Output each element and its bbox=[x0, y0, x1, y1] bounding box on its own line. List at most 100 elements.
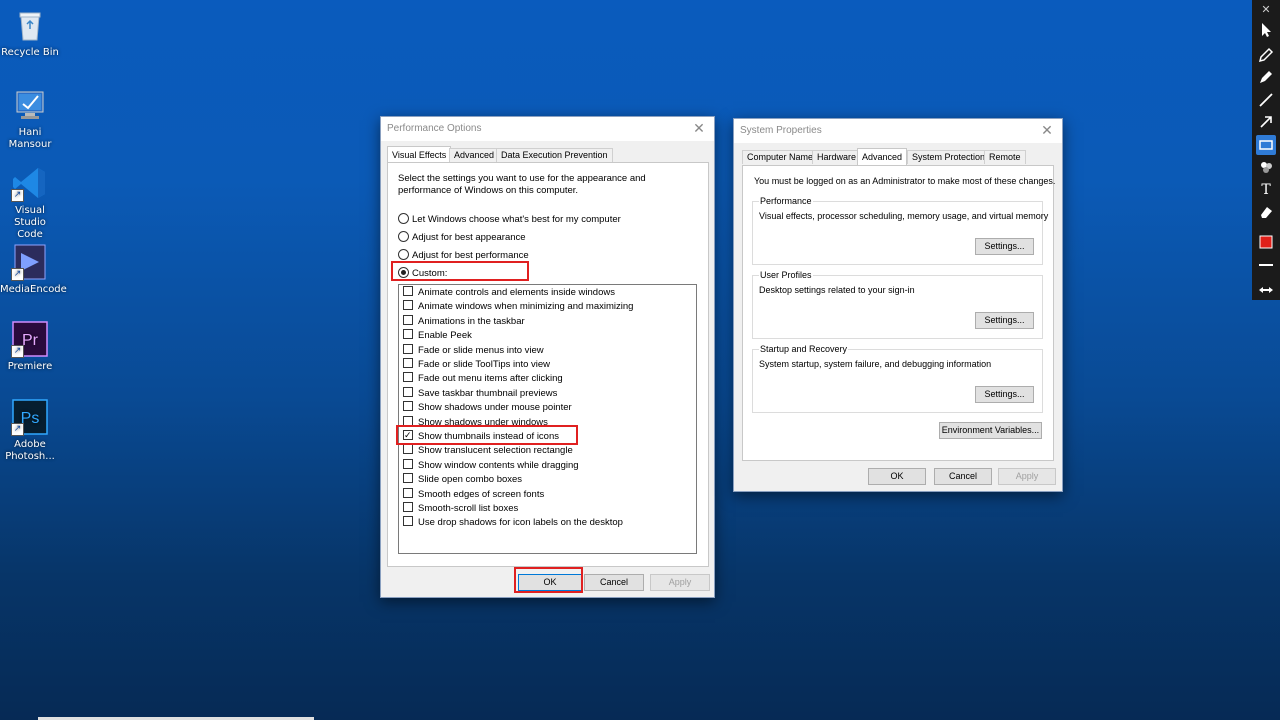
group-title: Startup and Recovery bbox=[759, 344, 849, 354]
checkbox[interactable] bbox=[403, 516, 413, 527]
checkbox[interactable] bbox=[403, 386, 413, 397]
checkbox-item[interactable]: Animate controls and elements inside win… bbox=[403, 286, 615, 300]
radio-let-windows-choose[interactable]: Let Windows choose what's best for my co… bbox=[398, 213, 621, 225]
checkbox[interactable] bbox=[403, 314, 413, 325]
checkbox-item[interactable]: Smooth edges of screen fonts bbox=[403, 487, 544, 502]
desktop-icon-photoshop[interactable]: Ps ↗ Adobe Photosh... bbox=[0, 398, 60, 463]
close-icon[interactable]: ✕ bbox=[1038, 121, 1056, 139]
checkbox[interactable] bbox=[403, 487, 413, 498]
radio-best-appearance[interactable]: Adjust for best appearance bbox=[398, 231, 526, 243]
tab-remote[interactable]: Remote bbox=[984, 150, 1026, 164]
annotation-rectangle bbox=[396, 425, 578, 445]
ok-button[interactable]: OK bbox=[868, 468, 926, 485]
checkbox-label: Enable Peek bbox=[418, 330, 472, 342]
tab-advanced[interactable]: Advanced bbox=[449, 148, 500, 162]
media-encoder-icon: ↗ bbox=[11, 243, 49, 281]
svg-text:Pr: Pr bbox=[22, 332, 39, 349]
advanced-panel: You must be logged on as an Administrato… bbox=[742, 165, 1055, 461]
tab-advanced[interactable]: Advanced bbox=[857, 148, 908, 165]
checkbox-item[interactable]: Fade or slide menus into view bbox=[403, 343, 544, 358]
checkbox[interactable] bbox=[403, 401, 413, 412]
desktop-icon-mediaencode[interactable]: ↗ MediaEncode bbox=[0, 243, 67, 296]
cancel-button[interactable]: Cancel bbox=[934, 468, 992, 485]
checkbox[interactable] bbox=[403, 358, 413, 368]
checkbox-label: Fade or slide ToolTips into view bbox=[418, 359, 551, 370]
checkbox-item[interactable]: Show shadows under mouse pointer bbox=[403, 401, 572, 415]
move-icon[interactable] bbox=[1256, 280, 1276, 300]
cursor-icon[interactable] bbox=[1256, 20, 1276, 40]
line-icon[interactable] bbox=[1256, 90, 1276, 110]
checkbox-label: Animate windows when minimizing and maxi… bbox=[418, 301, 634, 313]
user-profiles-settings-button[interactable]: Settings... bbox=[975, 312, 1034, 329]
checkbox[interactable] bbox=[403, 329, 413, 340]
radio-best-performance[interactable]: Adjust for best performance bbox=[398, 249, 529, 261]
desktop-icon-premiere[interactable]: Pr ↗ Premiere bbox=[0, 320, 60, 373]
performance-settings-button[interactable]: Settings... bbox=[975, 238, 1034, 255]
visual-effects-panel: Select the settings you want to use for … bbox=[387, 162, 709, 567]
checkbox-item[interactable]: Animate windows when minimizing and maxi… bbox=[403, 300, 633, 314]
checkbox-item[interactable]: Use drop shadows for icon labels on the … bbox=[403, 516, 623, 530]
close-icon[interactable]: ✕ bbox=[690, 119, 708, 137]
tab-data-execution-prevention[interactable]: Data Execution Prevention bbox=[496, 148, 613, 162]
checkbox[interactable] bbox=[403, 286, 413, 296]
stroke-width-icon[interactable] bbox=[1256, 255, 1276, 275]
checkbox-item[interactable]: Save taskbar thumbnail previews bbox=[403, 386, 558, 401]
checkbox-item[interactable]: Fade or slide ToolTips into view bbox=[403, 358, 550, 372]
color-swatch[interactable] bbox=[1256, 232, 1276, 252]
checkbox-item[interactable]: Fade out menu items after clicking bbox=[403, 372, 563, 386]
checkbox-label: Show shadows under mouse pointer bbox=[418, 402, 572, 414]
checkbox[interactable] bbox=[403, 300, 413, 311]
checkbox-label: Smooth-scroll list boxes bbox=[418, 503, 519, 514]
checkbox-item[interactable]: Slide open combo boxes bbox=[403, 473, 522, 487]
palette-icon[interactable] bbox=[1256, 157, 1276, 177]
checkbox-label: Show translucent selection rectangle bbox=[418, 445, 573, 457]
environment-variables-button[interactable]: Environment Variables... bbox=[939, 422, 1042, 439]
checkbox-item[interactable]: Show translucent selection rectangle bbox=[403, 444, 573, 458]
eraser-icon[interactable] bbox=[1256, 202, 1276, 222]
apply-button[interactable]: Apply bbox=[650, 574, 710, 591]
tab-hardware[interactable]: Hardware bbox=[812, 150, 862, 164]
rectangle-icon[interactable] bbox=[1256, 135, 1276, 155]
checkbox-item[interactable]: Show window contents while dragging bbox=[403, 458, 579, 473]
close-icon[interactable]: ✕ bbox=[1256, 0, 1276, 20]
checkbox-item[interactable]: Smooth-scroll list boxes bbox=[403, 502, 518, 516]
arrow-icon[interactable] bbox=[1256, 112, 1276, 132]
highlighter-icon[interactable] bbox=[1256, 67, 1276, 87]
tab-system-protection[interactable]: System Protection bbox=[907, 150, 991, 164]
desktop-icon-label: MediaEncode bbox=[0, 284, 67, 295]
startup-recovery-group: Startup and Recovery System startup, sys… bbox=[752, 344, 1043, 413]
radio-label: Adjust for best appearance bbox=[412, 232, 526, 243]
checkbox[interactable] bbox=[403, 502, 413, 512]
checkbox[interactable] bbox=[403, 343, 413, 354]
visual-effects-checklist[interactable]: Animate controls and elements inside win… bbox=[398, 284, 697, 554]
startup-recovery-settings-button[interactable]: Settings... bbox=[975, 386, 1034, 403]
cancel-button[interactable]: Cancel bbox=[584, 574, 644, 591]
checkbox[interactable] bbox=[403, 372, 413, 383]
radio-button[interactable] bbox=[398, 231, 409, 242]
checkbox[interactable] bbox=[403, 473, 413, 484]
pen-icon[interactable] bbox=[1256, 45, 1276, 65]
title-bar[interactable]: Performance Options ✕ bbox=[381, 117, 714, 141]
checkbox-item[interactable]: Animations in the taskbar bbox=[403, 314, 525, 329]
checkbox-label: Fade or slide menus into view bbox=[418, 344, 544, 356]
desktop-icon-label: Adobe Photosh... bbox=[5, 439, 55, 462]
text-icon[interactable]: T bbox=[1256, 180, 1276, 200]
title-bar[interactable]: System Properties ✕ bbox=[734, 119, 1062, 143]
checkbox[interactable] bbox=[403, 444, 413, 455]
tab-visual-effects[interactable]: Visual Effects bbox=[387, 146, 452, 163]
radio-button[interactable] bbox=[398, 249, 409, 260]
computer-user-icon bbox=[11, 86, 49, 124]
tab-computer-name[interactable]: Computer Name bbox=[742, 150, 819, 164]
photoshop-icon: Ps ↗ bbox=[11, 398, 49, 436]
apply-button[interactable]: Apply bbox=[998, 468, 1056, 485]
checkbox[interactable] bbox=[403, 458, 413, 469]
desktop-icon-user[interactable]: Hani Mansour bbox=[0, 86, 60, 151]
desktop-icon-vscode[interactable]: ↗ Visual Studio Code bbox=[0, 164, 60, 241]
checkbox-label: Save taskbar thumbnail previews bbox=[418, 387, 558, 399]
performance-options-dialog: Performance Options ✕ Visual Effects Adv… bbox=[380, 116, 715, 598]
shortcut-arrow-icon: ↗ bbox=[11, 189, 24, 202]
radio-button[interactable] bbox=[398, 213, 409, 224]
checkbox-item[interactable]: Enable Peek bbox=[403, 329, 472, 343]
user-profiles-group: User Profiles Desktop settings related t… bbox=[752, 270, 1043, 339]
desktop-icon-recycle-bin[interactable]: Recycle Bin bbox=[0, 6, 60, 59]
